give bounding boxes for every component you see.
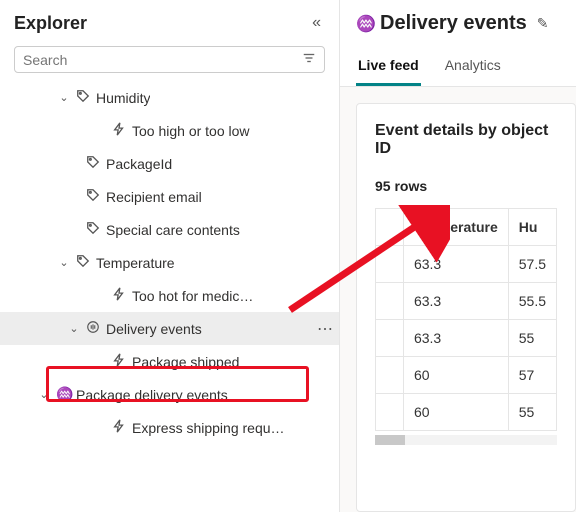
table-row[interactable]: 6057 — [376, 357, 557, 394]
tab-live-feed[interactable]: Live feed — [356, 47, 421, 86]
flow-icon: ♒ — [56, 386, 70, 403]
bolt-icon — [112, 287, 126, 304]
explorer-tree[interactable]: ⌄ Humidity Too high or too low PackageId… — [0, 81, 339, 512]
filter-icon[interactable] — [302, 51, 316, 68]
cell: 55 — [508, 394, 556, 431]
cell: 60 — [403, 394, 508, 431]
tabs: Live feed Analytics — [340, 47, 576, 87]
flow-icon: ♒ — [356, 14, 370, 34]
tree-label: Delivery events — [106, 321, 202, 337]
tag-icon — [86, 221, 100, 238]
tree-item-package-delivery-events[interactable]: ⌄ ♒ Package delivery events — [0, 378, 339, 411]
tree-item-package-shipped[interactable]: Package shipped — [0, 345, 339, 378]
page-title: Delivery events — [380, 12, 527, 35]
tree-item-humidity[interactable]: ⌄ Humidity — [0, 81, 339, 114]
stream-icon — [86, 320, 100, 337]
col-blank — [376, 209, 404, 246]
explorer-title: Explorer — [14, 13, 87, 34]
tree-label: Special care contents — [106, 222, 240, 238]
bolt-icon — [112, 353, 126, 370]
cell: 55.5 — [508, 283, 556, 320]
chevron-down-icon: ⌄ — [58, 256, 70, 269]
tree-label: Recipient email — [106, 189, 202, 205]
explorer-panel: Explorer « ⌄ Humidity Too high or too lo… — [0, 0, 340, 512]
tree-item-temperature-alert[interactable]: Too hot for medic… — [0, 279, 339, 312]
chevron-down-icon: ⌄ — [68, 322, 80, 335]
more-icon[interactable]: ⋯ — [317, 319, 333, 339]
table-row[interactable]: 63.357.5 — [376, 246, 557, 283]
tree-item-humidity-alert[interactable]: Too high or too low — [0, 114, 339, 147]
cell: 57 — [508, 357, 556, 394]
cell: 60 — [403, 357, 508, 394]
tree-item-special-care[interactable]: Special care contents — [0, 213, 339, 246]
bolt-icon — [112, 122, 126, 139]
data-table: Temperature Hu 63.357.5 63.355.5 63.355 … — [375, 208, 557, 431]
table-row[interactable]: 63.355 — [376, 320, 557, 357]
tree-item-packageid[interactable]: PackageId — [0, 147, 339, 180]
tag-icon — [76, 89, 90, 106]
main-panel: ♒ Delivery events ✎ Live feed Analytics … — [340, 0, 576, 512]
cell: 63.3 — [403, 320, 508, 357]
tag-icon — [86, 188, 100, 205]
tree-label: Too hot for medic… — [132, 288, 253, 304]
col-temperature[interactable]: Temperature — [403, 209, 508, 246]
tab-analytics[interactable]: Analytics — [443, 47, 503, 86]
bolt-icon — [112, 419, 126, 436]
table-row[interactable]: 6055 — [376, 394, 557, 431]
card-event-details: Event details by object ID 95 rows Tempe… — [356, 103, 576, 512]
row-count: 95 rows — [375, 178, 557, 194]
card-title: Event details by object ID — [375, 122, 557, 158]
tree-item-delivery-events[interactable]: ⌄ Delivery events ⋯ — [0, 312, 339, 345]
table-row[interactable]: 63.355.5 — [376, 283, 557, 320]
edit-icon[interactable]: ✎ — [537, 15, 549, 32]
cell: 63.3 — [403, 283, 508, 320]
tree-label: Package shipped — [132, 354, 239, 370]
tree-item-temperature[interactable]: ⌄ Temperature — [0, 246, 339, 279]
tree-label: Package delivery events — [76, 387, 228, 403]
col-humidity[interactable]: Hu — [508, 209, 556, 246]
tree-item-express-shipping[interactable]: Express shipping requ… — [0, 411, 339, 444]
tree-label: Express shipping requ… — [132, 420, 285, 436]
tree-label: PackageId — [106, 156, 172, 172]
tree-label: Temperature — [96, 255, 175, 271]
search-input[interactable] — [14, 46, 325, 73]
tree-label: Too high or too low — [132, 123, 250, 139]
cell: 55 — [508, 320, 556, 357]
tree-item-recipient-email[interactable]: Recipient email — [0, 180, 339, 213]
collapse-icon[interactable]: « — [308, 10, 325, 36]
search-field[interactable] — [23, 52, 302, 68]
tree-label: Humidity — [96, 90, 150, 106]
cell: 63.3 — [403, 246, 508, 283]
cell: 57.5 — [508, 246, 556, 283]
tag-icon — [86, 155, 100, 172]
tag-icon — [76, 254, 90, 271]
chevron-down-icon: ⌄ — [38, 388, 50, 401]
horizontal-scrollbar[interactable] — [375, 435, 557, 445]
chevron-down-icon: ⌄ — [58, 91, 70, 104]
